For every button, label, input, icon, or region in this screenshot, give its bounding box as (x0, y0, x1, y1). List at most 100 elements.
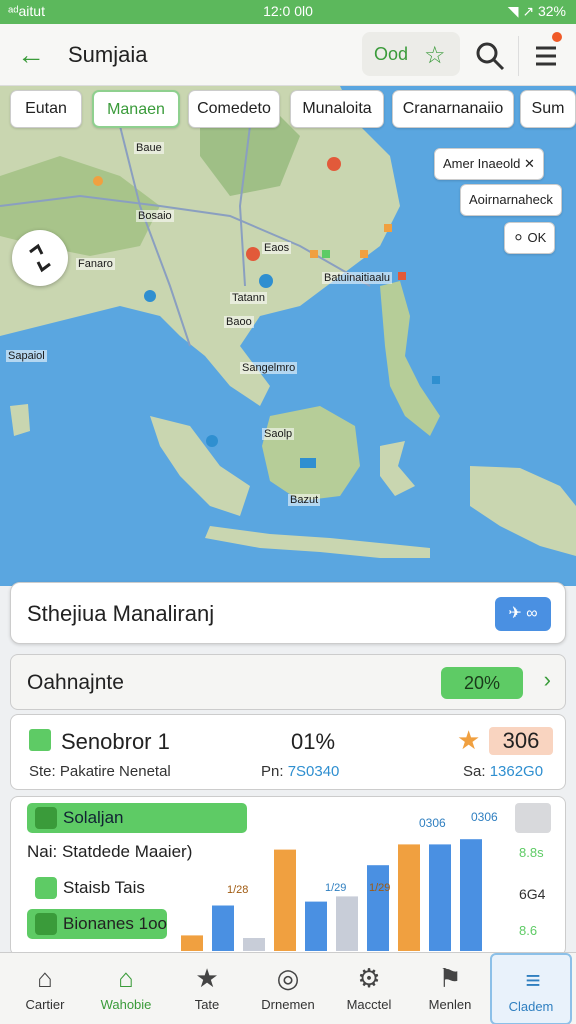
nav-item-4[interactable]: ⚙ Macctel (328, 953, 410, 1024)
settings-icon: ⚙ (357, 963, 381, 993)
stats-mid-value: 01% (291, 729, 336, 754)
filter-chips: Eutan Manaen Comedeto Munaloita Cranarna… (0, 90, 576, 130)
star-icon: ☆ (424, 42, 446, 69)
chart-bar (274, 849, 296, 951)
nav-item-6[interactable]: ≡ Cladem (490, 953, 572, 1024)
nav-item-2[interactable]: ★ Tate (166, 953, 248, 1024)
chart-options-button[interactable] (515, 803, 551, 833)
stats-name: Senobror 1 (61, 729, 170, 754)
sensor-icon (29, 729, 51, 751)
star-icon: ★ (457, 725, 481, 755)
nav-label: Wahobie (100, 997, 152, 1012)
legend-icon (35, 877, 57, 899)
map-label: Baoo (224, 316, 254, 328)
search-card[interactable]: Sthejiua Manaliranj ✈ ∞ (10, 582, 566, 644)
chart-bar (367, 865, 389, 951)
chart-bar (429, 844, 451, 951)
home-outline-icon: ⌂ (37, 963, 53, 993)
nav-item-5[interactable]: ⚑ Menlen (409, 953, 491, 1024)
stats-sub-right: Sa: 1362G0 (463, 763, 544, 780)
compass-icon (29, 243, 51, 273)
chip-3[interactable]: Munaloita (290, 90, 384, 128)
stats-sub-left: Ste: Pakatire Nenetal (29, 763, 171, 780)
pill-label: Ood (374, 44, 409, 64)
chip-5[interactable]: Sum (520, 90, 576, 128)
map-label: Bazut (288, 494, 321, 506)
search-icon[interactable] (472, 38, 508, 74)
chip-2[interactable]: Comedeto (188, 90, 280, 128)
chart-bar (212, 905, 234, 951)
menu-icon[interactable] (528, 38, 564, 74)
nav-label: Macctel (346, 997, 392, 1012)
favorite-pill[interactable]: Ood ☆ (362, 32, 460, 76)
chip-1[interactable]: Manaen (92, 90, 180, 128)
home-icon: ⌂ (118, 963, 134, 993)
bookmark-icon: ⚑ (438, 963, 462, 993)
compass-button[interactable] (12, 230, 68, 286)
legend-icon (35, 913, 57, 935)
nav-item-1[interactable]: ⌂ Wahobie (85, 953, 167, 1024)
chart-card: 0306 0306 1/28 1/29 1/29 8.8s 6G4 8.6 Solaljan … (10, 796, 566, 956)
chart-bar (243, 938, 265, 951)
ok-button[interactable]: ⚪ OK (504, 222, 556, 254)
nav-label: Menlen (428, 997, 472, 1012)
stats-highlight: 306 (489, 727, 553, 755)
legend-item-3: Bionanes 1oo (27, 909, 167, 939)
tools-icon: ◎ (276, 963, 300, 993)
map-view[interactable]: Baue Bosaio Fanaro Sapaiol Eaos Baoo San… (0, 86, 576, 586)
nav-label: Cartier (25, 997, 65, 1012)
map-label: Sangelmro (240, 362, 298, 374)
chart-bar (398, 844, 420, 951)
chart-bar-label: 1/29 (325, 882, 346, 894)
chart-right-tick: 6G4 (519, 886, 546, 902)
app-bar: ← Sumjaia Ood ☆ (0, 24, 576, 86)
chart-bar (336, 896, 358, 951)
overview-percent-badge: 20% (441, 667, 523, 699)
chart-bar-label: 1/28 (227, 884, 248, 896)
chip-0[interactable]: Eutan (10, 90, 82, 128)
map-label: Saolp (262, 428, 295, 440)
chart-bar (305, 901, 327, 951)
divider (518, 36, 519, 76)
nav-label: Drnemen (261, 997, 315, 1012)
side-button-1[interactable]: Amer Inaeold ✕ (434, 148, 544, 180)
navigate-button[interactable]: ✈ ∞ (495, 597, 551, 631)
stats-sub-mid: Pn: 7S0340 (261, 763, 340, 780)
location-icon: ⚪ (513, 230, 524, 245)
status-right: ◥ ↗ 32% (507, 3, 566, 19)
overview-card[interactable]: Oahnajnte 20% › (10, 654, 566, 710)
map-label: Baue (134, 142, 164, 154)
star-icon: ★ (195, 963, 219, 993)
nav-label: Tate (194, 997, 220, 1012)
chart-bar-label: 1/29 (369, 882, 390, 894)
legend-icon (35, 807, 57, 829)
chart-bar (460, 839, 482, 951)
overview-title: Oahnajnte (27, 671, 124, 694)
bottom-nav: ⌂ Cartier ⌂ Wahobie ★ Tate ◎ Drnemen ⚙ Macctel ⚑ Me… (0, 952, 576, 1024)
search-card-title: Sthejiua Manaliranj (27, 601, 215, 626)
status-time: 12:0 0l0 (263, 3, 313, 19)
map-label: Bosaio (136, 210, 174, 222)
nav-item-0[interactable]: ⌂ Cartier (4, 953, 86, 1024)
menu-icon: ≡ (525, 965, 541, 995)
back-arrow-icon[interactable]: ← (14, 38, 48, 72)
notification-dot (552, 32, 562, 42)
legend-item-2: Staisb Tais (27, 873, 145, 903)
side-button-2[interactable]: Aoirnarnaheck (460, 184, 562, 216)
legend-item-1: Nai: Statdede Maaier) (27, 842, 193, 861)
chevron-right-icon[interactable]: › (544, 667, 551, 693)
status-bar: ᵃᵈaitut 12:0 0l0 ◥ ↗ 32% (0, 0, 576, 24)
nav-label: Cladem (508, 999, 554, 1014)
close-icon: ✕ (523, 156, 535, 171)
legend-item-0: Solaljan (27, 803, 247, 833)
chart-bar (181, 935, 203, 951)
map-label: Sapaiol (6, 350, 47, 362)
nav-item-3[interactable]: ◎ Drnemen (247, 953, 329, 1024)
chart-top-label: 0306 (471, 810, 498, 824)
map-label: Batuinaitiaalu (322, 272, 393, 284)
chart-top-label: 0306 (419, 816, 446, 830)
chart-right-tick: 8.6 (519, 923, 537, 938)
map-label: Eaos (262, 242, 292, 254)
page-title: Sumjaia (68, 42, 148, 67)
chip-4[interactable]: Cranarnanaiio (392, 90, 514, 128)
